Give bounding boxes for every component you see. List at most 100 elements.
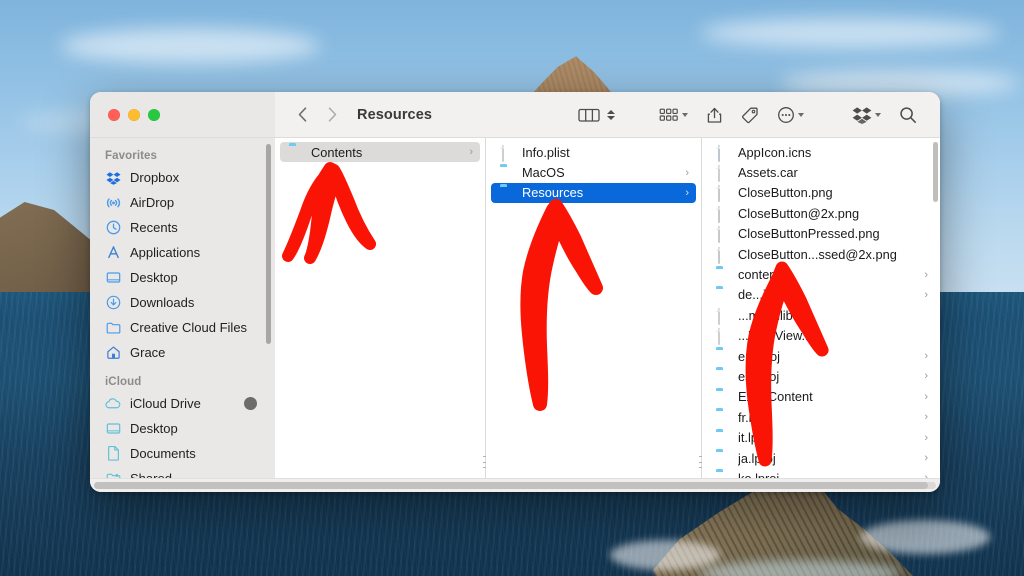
desktop-icon <box>105 270 121 286</box>
ellipsis-circle-icon <box>778 106 794 123</box>
file-name: Assets.car <box>738 165 798 181</box>
more-actions-button[interactable] <box>768 101 813 129</box>
icns-file-icon <box>716 144 731 162</box>
window-titlebar[interactable]: Resources <box>90 92 940 138</box>
sidebar-item-creative-cloud-files[interactable]: Creative Cloud Files <box>90 315 275 340</box>
sidebar-item-documents[interactable]: Documents <box>90 441 275 466</box>
search-button[interactable] <box>890 101 926 129</box>
sidebar-item-label: Creative Cloud Files <box>130 320 248 335</box>
column-row-closebutton-png[interactable]: CloseButton.png <box>707 183 935 203</box>
column-row-extracontent[interactable]: ExtraContent › <box>707 387 935 407</box>
column-row-closebuttonpressed-2x-png[interactable]: CloseButton...ssed@2x.png <box>707 244 935 264</box>
scrollbar-track[interactable] <box>94 482 936 489</box>
disclosure-chevron-icon: › <box>918 472 928 478</box>
column-row-contents[interactable]: Contents › <box>280 142 480 163</box>
file-name: Resources <box>522 185 584 201</box>
disclosure-chevron-icon: › <box>685 166 689 179</box>
sidebar-item-grace[interactable]: Grace <box>90 340 275 365</box>
disclosure-chevron-icon: › <box>469 146 473 159</box>
sidebar-item-applications[interactable]: Applications <box>90 240 275 265</box>
sidebar-item-label: iCloud Drive <box>130 396 201 411</box>
cloud-icon <box>105 396 121 412</box>
maximize-button[interactable] <box>148 108 160 121</box>
column-row-closebutton-2x-png[interactable]: CloseButton@2x.png <box>707 203 935 223</box>
forward-button[interactable] <box>317 101 347 129</box>
file-name: CloseButton...ssed@2x.png <box>738 246 897 262</box>
share-button[interactable] <box>697 101 732 129</box>
file-name: en.lproj <box>738 348 780 364</box>
sidebar-item-label: AirDrop <box>130 195 175 210</box>
file-name: CloseButton.png <box>738 185 833 201</box>
column-two[interactable]: Info.plist MacOS › Resources › <box>486 138 701 478</box>
column-row-ko-lproj[interactable]: ko.lproj › <box>707 468 935 478</box>
plist-file-icon <box>500 144 515 162</box>
view-mode-column-button[interactable] <box>569 101 624 129</box>
dropbox-button[interactable] <box>843 101 890 129</box>
file-name: ...metallib <box>738 307 793 323</box>
sidebar-item-shared[interactable]: Shared <box>90 466 275 478</box>
sidebar-item-downloads[interactable]: Downloads <box>90 290 275 315</box>
cloud <box>700 18 1000 48</box>
column-row-closebuttonpressed-png[interactable]: CloseButtonPressed.png <box>707 224 935 244</box>
column-view-icon <box>578 108 600 122</box>
column-row-de-folder[interactable]: de...i › <box>707 285 935 305</box>
folder-icon <box>716 411 731 424</box>
airdrop-icon <box>105 195 121 211</box>
column-three[interactable]: AppIcon.icns Assets.car CloseButton.png … <box>702 138 940 478</box>
disclosure-chevron-icon: › <box>924 350 928 363</box>
sidebar-item-recents[interactable]: Recents <box>90 215 275 240</box>
column-row-macos[interactable]: MacOS › <box>491 162 696 182</box>
group-items-icon <box>659 108 678 121</box>
column-row-content[interactable]: content › <box>707 264 935 284</box>
sidebar-item-desktop[interactable]: Desktop <box>90 265 275 290</box>
column-row-it-lproj[interactable]: it.lproj › <box>707 427 935 447</box>
column-row-webview-nib[interactable]: ...WebView.nib <box>707 326 935 346</box>
column-row-fr-lproj[interactable]: fr.lproj › <box>707 407 935 427</box>
file-name: CloseButton@2x.png <box>738 205 860 221</box>
file-name: de...i <box>738 287 766 303</box>
column-row-resources[interactable]: Resources › <box>491 182 696 204</box>
chevron-down-icon[interactable] <box>875 113 881 117</box>
column-row-ja-lproj[interactable]: ja.lproj › <box>707 448 935 468</box>
close-button[interactable] <box>108 108 120 121</box>
column-scrollbar[interactable] <box>933 142 938 202</box>
finder-sidebar[interactable]: Favorites Dropbox AirDrop Recents Applic… <box>90 138 275 478</box>
tag-icon <box>742 107 758 123</box>
eject-button[interactable] <box>244 397 257 410</box>
column-one[interactable]: Contents › <box>275 138 485 478</box>
file-name: it.lproj <box>738 430 773 446</box>
file-name: es.lproj <box>738 368 780 384</box>
tags-button[interactable] <box>732 101 768 129</box>
minimize-button[interactable] <box>128 108 140 121</box>
sidebar-item-label: Desktop <box>130 270 178 285</box>
column-row-en-lproj[interactable]: en.lproj › <box>707 346 935 366</box>
scrollbar-thumb[interactable] <box>94 482 928 489</box>
sidebar-item-airdrop[interactable]: AirDrop <box>90 190 275 215</box>
back-button[interactable] <box>287 101 317 129</box>
column-row-appicon[interactable]: AppIcon.icns <box>707 142 935 162</box>
sidebar-scrollbar[interactable] <box>266 144 271 344</box>
chevron-down-icon[interactable] <box>682 113 688 117</box>
view-stepper-icon[interactable] <box>607 109 615 120</box>
column-row-assets-car[interactable]: Assets.car <box>707 162 935 183</box>
sidebar-item-icloud-desktop[interactable]: Desktop <box>90 416 275 441</box>
file-name: ja.lproj <box>738 450 776 466</box>
file-name: MacOS <box>522 165 565 181</box>
column-row-metallib[interactable]: ...metallib <box>707 305 935 325</box>
column-row-es-lproj[interactable]: es.lproj › <box>707 366 935 386</box>
group-items-button[interactable] <box>650 101 697 129</box>
chevron-down-icon[interactable] <box>798 113 804 117</box>
folder-icon <box>716 452 731 465</box>
horizontal-scrollbar[interactable] <box>90 478 940 492</box>
column-row-info-plist[interactable]: Info.plist <box>491 142 696 162</box>
sidebar-item-dropbox[interactable]: Dropbox <box>90 165 275 190</box>
disclosure-chevron-icon: › <box>924 452 928 465</box>
sidebar-item-label: Grace <box>130 345 166 360</box>
file-name: content <box>738 267 780 283</box>
folder-icon <box>716 431 731 444</box>
sidebar-item-icloud-drive[interactable]: iCloud Drive <box>90 391 275 416</box>
finder-window[interactable]: Resources Favorites Dropbox AirDrop Rece… <box>90 92 940 492</box>
sidebar-item-label: Downloads <box>130 295 195 310</box>
disclosure-chevron-icon: › <box>924 431 928 444</box>
sidebar-item-label: Shared <box>130 471 172 478</box>
